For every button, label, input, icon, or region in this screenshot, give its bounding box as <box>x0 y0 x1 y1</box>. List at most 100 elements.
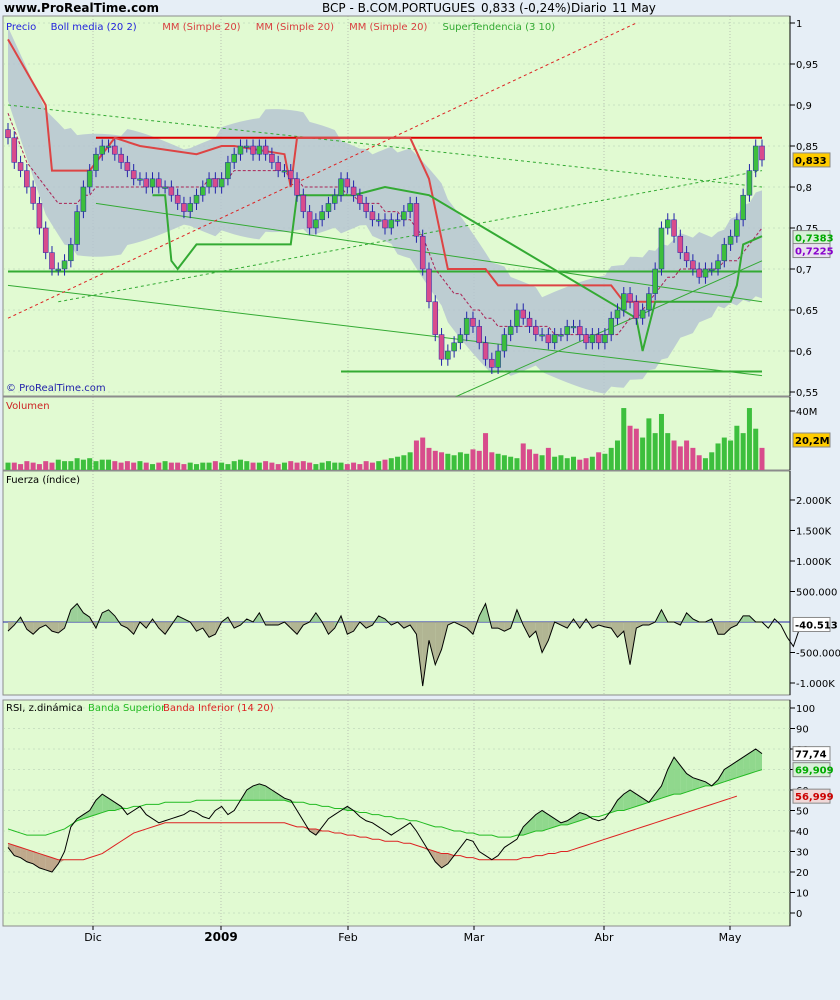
volume-bar <box>43 461 49 470</box>
candle-body <box>206 178 212 188</box>
volume-bar <box>709 452 715 470</box>
candle-body <box>168 186 175 196</box>
volume-bar <box>696 455 702 470</box>
volume-bar <box>87 458 93 470</box>
fuerza-tag: -40.513 <box>795 620 838 631</box>
volume-bar <box>143 462 149 470</box>
volume-bar <box>520 443 526 470</box>
candle-body <box>187 203 193 212</box>
y-tick-label: 500.000 <box>796 588 837 599</box>
volume-bar <box>307 462 313 470</box>
candle-body <box>639 309 646 319</box>
candle-body <box>457 334 464 344</box>
volume-bar <box>577 459 583 470</box>
candle-body <box>24 170 30 188</box>
volume-bar <box>495 453 501 470</box>
y-tick-label: -500.000 <box>796 649 840 660</box>
rsi-tag-2: 56,999 <box>795 792 834 803</box>
rsi-legend-superior: Banda Superior <box>88 703 166 714</box>
legend-label-5: SuperTendencia (3 10) <box>443 22 556 33</box>
y-tick-label: 0,55 <box>796 388 818 399</box>
volume-bar <box>483 433 489 470</box>
candle-body <box>482 342 489 360</box>
candle-body <box>388 219 395 229</box>
candle-body <box>375 219 382 222</box>
candle-body <box>99 145 105 155</box>
volume-bar <box>49 462 55 470</box>
fuerza-area <box>491 622 499 629</box>
volume-bar <box>256 462 262 470</box>
candle-body <box>143 178 149 188</box>
site-title[interactable]: www.ProRealTime.com <box>4 1 159 15</box>
volume-bar <box>231 461 237 470</box>
volume-bar <box>401 455 407 470</box>
volume-bar <box>93 461 99 470</box>
volume-bar <box>671 440 677 470</box>
candle-body <box>319 211 325 221</box>
y-tick-label: 0 <box>796 909 802 920</box>
volume-bar <box>728 440 734 470</box>
candle-body <box>476 326 482 344</box>
volume-bar <box>36 464 42 470</box>
volume-bar <box>55 459 61 470</box>
rsi-tag-1: 69,909 <box>795 766 834 777</box>
volume-tag: 20,2M <box>795 436 830 447</box>
volume-bar <box>313 464 319 470</box>
volume-bar <box>288 461 294 470</box>
volume-bar <box>80 459 86 470</box>
volume-bar <box>614 440 620 470</box>
volume-bar <box>508 456 514 470</box>
fuerza-title: Fuerza (índice) <box>6 474 80 486</box>
candle-body <box>156 178 162 188</box>
candle-body <box>162 186 168 189</box>
y-tick-label: 40 <box>796 827 809 838</box>
volume-bar <box>608 447 614 470</box>
candle-body <box>394 219 401 222</box>
volume-bar <box>432 450 438 470</box>
volume-bar <box>269 462 275 470</box>
candle-body <box>759 145 765 161</box>
volume-bar <box>156 462 162 470</box>
volume-bar <box>439 452 445 470</box>
fuerza-area <box>718 622 725 635</box>
candle-body <box>551 334 558 344</box>
rsi-panel <box>2 699 791 927</box>
candle-body <box>262 145 269 155</box>
candle-body <box>646 293 652 311</box>
candle-body <box>281 170 288 173</box>
legend-label-1: Boll media (20 2) <box>51 22 137 33</box>
volume-bar <box>5 462 11 470</box>
volume-bar <box>263 461 269 470</box>
rsi-legend-inferior: Banda Inferior (14 20) <box>163 703 274 714</box>
candle-body <box>470 317 476 327</box>
volume-bar <box>633 428 639 470</box>
x-tick-label: Abr <box>594 931 614 944</box>
volume-bar <box>11 462 17 470</box>
candle-body <box>231 153 237 163</box>
candle-body <box>363 203 369 212</box>
candle-body <box>275 162 281 171</box>
y-tick-label: -1.000K <box>796 679 835 690</box>
x-tick-label: Feb <box>338 931 357 944</box>
fuerza-panel <box>2 470 791 696</box>
x-tick-label: 2009 <box>204 930 237 944</box>
price-tag-1: 0,7383 <box>795 234 834 245</box>
candle-body <box>181 203 187 212</box>
volume-bar <box>244 461 250 470</box>
candle-body <box>42 227 49 253</box>
volume-bar <box>445 453 451 470</box>
candle-body <box>671 219 677 237</box>
volume-bar <box>319 462 325 470</box>
volume-bar <box>187 462 193 470</box>
legend-label-4: MM (Simple 20) <box>349 22 427 33</box>
candle-body <box>149 178 156 188</box>
volume-bar <box>596 452 602 470</box>
volume-bar <box>175 462 181 470</box>
candle-body <box>36 203 43 229</box>
volume-bar <box>325 461 331 470</box>
candle-body <box>357 194 363 204</box>
volume-bar <box>376 461 382 470</box>
candle-body <box>306 211 313 229</box>
volume-bar <box>18 464 24 470</box>
y-tick-label: 0,8 <box>796 183 812 194</box>
